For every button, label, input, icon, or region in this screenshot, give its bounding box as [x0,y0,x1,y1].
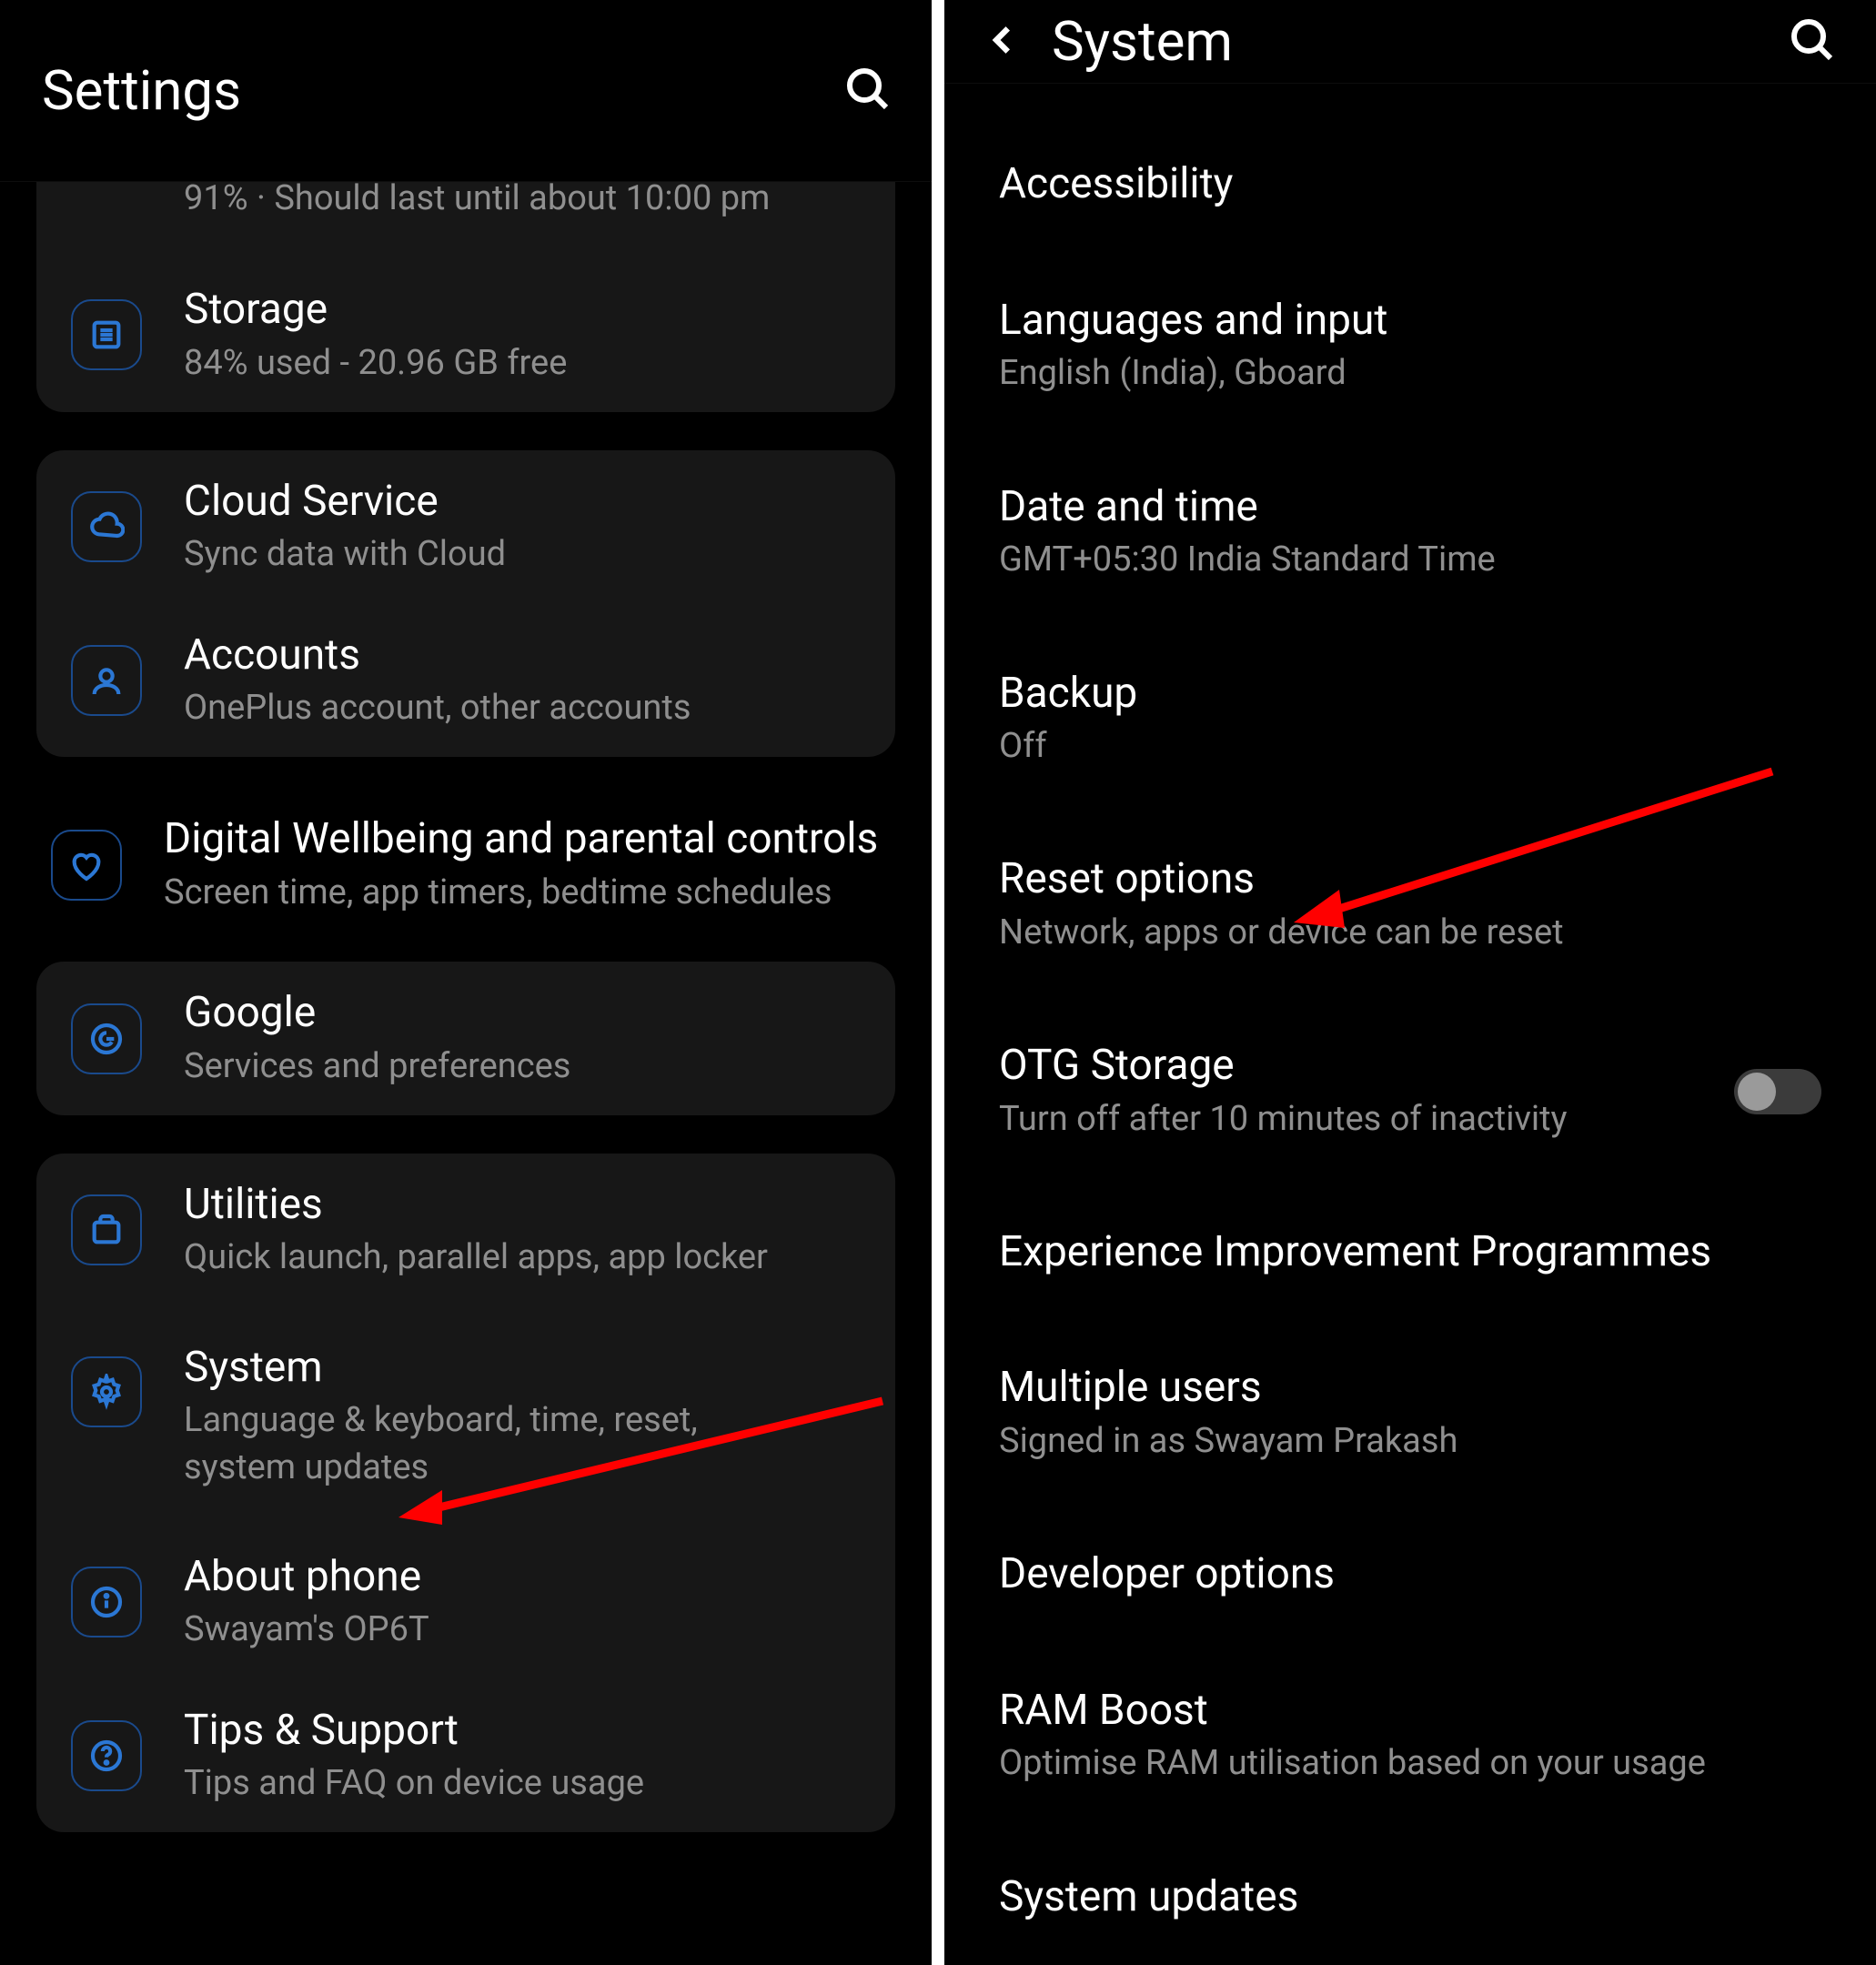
list-item-title: Digital Wellbeing and parental controls [164,813,878,866]
list-item-utilities[interactable]: Utilities Quick launch, parallel apps, a… [36,1154,895,1307]
list-item-accounts[interactable]: Accounts OnePlus account, other accounts [36,604,895,758]
list-item-title: System updates [999,1871,1821,1924]
cloud-icon [71,491,142,562]
list-item-multiple-users[interactable]: Multiple users Signed in as Swayam Praka… [999,1320,1821,1506]
list-item-title: Utilities [184,1179,768,1232]
list-item-storage[interactable]: Storage 84% used - 20.96 GB free [36,258,895,412]
list-item-title: Accounts [184,630,691,682]
list-item-google[interactable]: Google Services and preferences [36,962,895,1115]
list-item-title: System [184,1342,802,1395]
settings-content: 91% · Should last until about 10:00 pm S… [0,182,932,1965]
help-icon [71,1720,142,1791]
list-item-title: RAM Boost [999,1685,1821,1738]
settings-card-system-group: Utilities Quick launch, parallel apps, a… [36,1154,895,1832]
otg-storage-toggle[interactable] [1734,1069,1821,1114]
page-title: Settings [42,58,241,123]
utilities-icon [71,1194,142,1265]
list-item-title: Google [184,987,570,1040]
list-item-subtitle: GMT+05:30 India Standard Time [999,537,1821,583]
list-item-subtitle: Language & keyboard, time, reset, system… [184,1397,802,1491]
info-icon [71,1567,142,1638]
list-item-cloud-service[interactable]: Cloud Service Sync data with Cloud [36,450,895,604]
list-item-title: Multiple users [999,1362,1821,1415]
back-icon[interactable] [986,23,1021,61]
system-pane: System Accessibility Languages and input… [944,0,1876,1965]
search-icon[interactable] [1790,18,1834,66]
settings-card-battery-storage: 91% · Should last until about 10:00 pm S… [36,182,895,412]
list-item-subtitle: 91% · Should last until about 10:00 pm [184,182,770,218]
list-item-battery[interactable]: 91% · Should last until about 10:00 pm [36,182,895,258]
heart-icon [51,830,122,901]
list-item-developer-options[interactable]: Developer options [999,1506,1821,1643]
list-item-subtitle: Tips and FAQ on device usage [184,1760,644,1807]
list-item-system-updates[interactable]: System updates [999,1829,1821,1965]
list-item-subtitle: Optimise RAM utilisation based on your u… [999,1740,1821,1787]
settings-header: Settings [0,0,932,182]
list-item-subtitle: Screen time, app timers, bedtime schedul… [164,870,878,916]
list-item-about-phone[interactable]: About phone Swayam's OP6T [36,1526,895,1679]
list-item-tips-support[interactable]: Tips & Support Tips and FAQ on device us… [36,1679,895,1833]
list-item-title: About phone [184,1551,429,1604]
settings-card-cloud-accounts: Cloud Service Sync data with Cloud Accou… [36,450,895,758]
list-item-ram-boost[interactable]: RAM Boost Optimise RAM utilisation based… [999,1643,1821,1829]
list-item-subtitle: Quick launch, parallel apps, app locker [184,1234,768,1281]
page-title: System [1052,9,1233,74]
list-item-title: Experience Improvement Programmes [999,1226,1821,1279]
list-item-subtitle: Signed in as Swayam Prakash [999,1418,1821,1465]
pane-divider [932,0,944,1965]
storage-icon [71,299,142,370]
list-item-title: OTG Storage [999,1040,1698,1093]
list-item-subtitle: Network, apps or device can be reset [999,910,1821,956]
list-item-system[interactable]: System Language & keyboard, time, reset,… [36,1307,895,1526]
system-header: System [944,0,1876,84]
list-item-digital-wellbeing[interactable]: Digital Wellbeing and parental controls … [36,788,895,942]
list-item-title: Date and time [999,481,1821,534]
list-item-title: Cloud Service [184,476,506,529]
list-item-date-time[interactable]: Date and time GMT+05:30 India Standard T… [999,439,1821,626]
list-item-subtitle: Swayam's OP6T [184,1607,429,1653]
list-item-reset-options[interactable]: Reset options Network, apps or device ca… [999,811,1821,998]
settings-pane: Settings 91% · Should last until about 1… [0,0,932,1965]
list-item-otg-storage[interactable]: OTG Storage Turn off after 10 minutes of… [999,998,1821,1184]
list-item-title: Accessibility [999,158,1821,211]
list-item-subtitle: English (India), Gboard [999,350,1821,397]
list-item-title: Tips & Support [184,1705,644,1758]
list-item-subtitle: Turn off after 10 minutes of inactivity [999,1096,1698,1143]
list-item-languages-input[interactable]: Languages and input English (India), Gbo… [999,253,1821,439]
list-item-accessibility[interactable]: Accessibility [999,116,1821,253]
list-item-title: Reset options [999,853,1821,906]
list-item-title: Developer options [999,1548,1821,1601]
list-item-backup[interactable]: Backup Off [999,626,1821,812]
search-icon[interactable] [846,67,890,115]
account-icon [71,645,142,716]
list-item-title: Languages and input [999,295,1821,348]
gear-icon [71,1356,142,1427]
list-item-subtitle: OnePlus account, other accounts [184,685,691,731]
list-item-subtitle: Services and preferences [184,1043,570,1090]
settings-card-google: Google Services and preferences [36,962,895,1115]
list-item-experience-improvement[interactable]: Experience Improvement Programmes [999,1184,1821,1321]
list-item-title: Backup [999,668,1821,720]
list-item-subtitle: 84% used - 20.96 GB free [184,340,567,387]
google-icon [71,1003,142,1074]
list-item-subtitle: Off [999,723,1821,770]
list-item-subtitle: Sync data with Cloud [184,531,506,578]
list-item-title: Storage [184,284,567,337]
system-content: Accessibility Languages and input Englis… [944,84,1876,1965]
